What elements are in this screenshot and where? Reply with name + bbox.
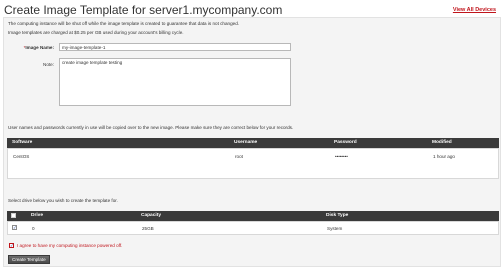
drive-table-header: Drive Capacity Disk Type xyxy=(7,211,499,221)
image-name-input[interactable]: my-image-template-1 xyxy=(59,43,291,51)
column-header-capacity: Capacity xyxy=(141,213,161,218)
select-all-drives-checkbox[interactable] xyxy=(11,213,16,218)
column-header-password: Password xyxy=(334,140,357,145)
page-header: Create Image Template for server1.mycomp… xyxy=(4,3,500,17)
drive-checkbox[interactable]: ✓ xyxy=(12,225,17,230)
image-name-label: *Image Name: xyxy=(23,45,54,50)
username-cell: root xyxy=(235,154,243,159)
software-table-header: Software Username Password Modified xyxy=(7,138,499,148)
note-textarea[interactable]: create image template testing xyxy=(59,58,291,106)
view-all-devices-link[interactable]: View All Devices xyxy=(453,7,496,13)
note-label: Note: xyxy=(43,62,54,67)
create-template-button[interactable]: Create Template xyxy=(8,255,50,264)
column-header-disk-type: Disk Type xyxy=(326,213,349,218)
agree-checkbox[interactable]: ✓ xyxy=(9,243,14,248)
software-cell: CentOS xyxy=(13,154,30,159)
drive-cell: 0 xyxy=(32,226,35,231)
agree-label: I agree to have my computing instance po… xyxy=(17,243,123,248)
create-template-panel: The computing instance will be shut off … xyxy=(3,17,501,267)
pricing-notice: Image templates are charged at $0.25 per… xyxy=(8,30,184,35)
shutdown-notice: The computing instance will be shut off … xyxy=(8,21,240,26)
page-title: Create Image Template for server1.mycomp… xyxy=(4,3,283,17)
column-header-drive: Drive xyxy=(31,213,43,218)
capacity-cell: 25GB xyxy=(142,226,154,231)
disk-type-cell: System xyxy=(327,226,343,231)
column-header-modified: Modified xyxy=(432,140,452,145)
credentials-notice: User names and passwords currently in us… xyxy=(8,125,294,130)
password-cell: •••••••• xyxy=(335,154,348,159)
column-header-software: Software xyxy=(12,140,33,145)
drive-notice: Select drive below you wish to create th… xyxy=(8,198,118,203)
software-table-row: CentOS root •••••••• 1 hour ago xyxy=(7,148,499,179)
modified-cell: 1 hour ago xyxy=(433,154,455,159)
column-header-username: Username xyxy=(234,140,258,145)
drive-table-row: ✓ 0 25GB System xyxy=(7,221,499,235)
